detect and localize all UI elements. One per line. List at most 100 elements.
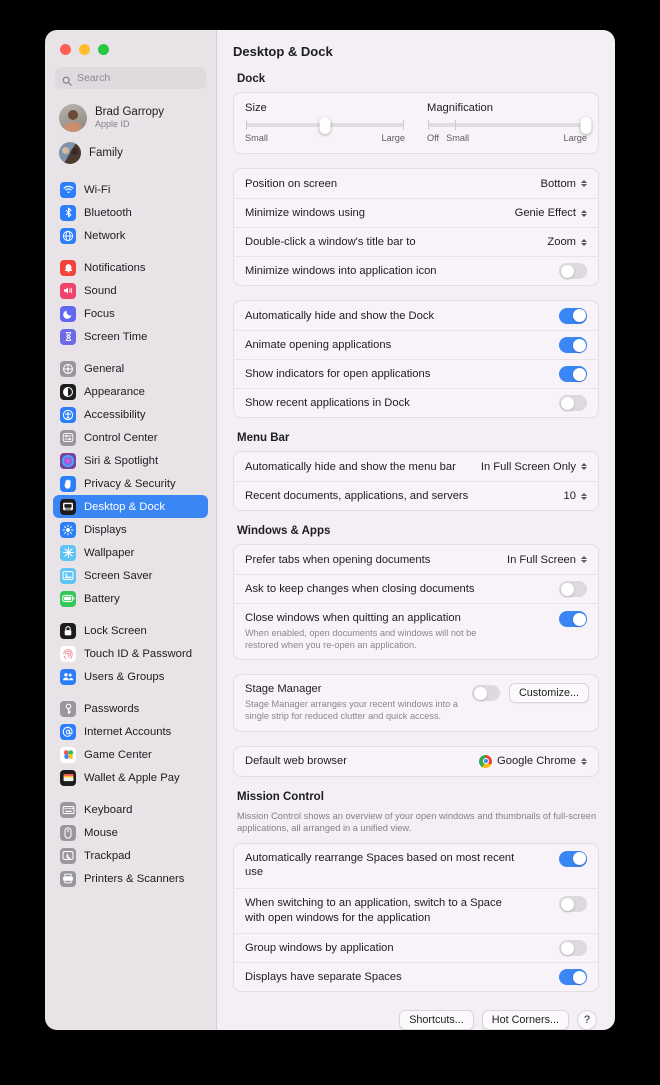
lock-icon — [60, 622, 76, 639]
sidebar-item-control-center[interactable]: Control Center — [53, 426, 208, 449]
shortcuts-button[interactable]: Shortcuts... — [399, 1010, 474, 1030]
dock-magnification-max-label: Large — [563, 133, 588, 143]
sidebar-item-internet-accounts[interactable]: Internet Accounts — [53, 720, 208, 743]
sidebar-item-appearance[interactable]: Appearance — [53, 380, 208, 403]
popup-recent-documents-applications-and-servers[interactable]: 10 — [564, 490, 587, 502]
sidebar-item-label: Touch ID & Password — [84, 647, 192, 660]
stage-manager-customize-button[interactable]: Customize... — [509, 683, 589, 704]
sidebar-item-trackpad[interactable]: Trackpad — [53, 844, 208, 867]
row-when-switching-to-an-application-switch-to-a-s[interactable]: When switching to an application, switch… — [234, 888, 598, 933]
sidebar-item-desktop-dock[interactable]: Desktop & Dock — [53, 495, 208, 518]
help-button[interactable]: ? — [577, 1010, 597, 1030]
popup-double-click-a-window-s-title-bar-to[interactable]: Zoom — [547, 236, 587, 248]
row-minimize-windows-using[interactable]: Minimize windows using Genie Effect — [234, 198, 598, 227]
sidebar-item-siri-spotlight[interactable]: Siri & Spotlight — [53, 449, 208, 472]
sidebar-item-passwords[interactable]: Passwords — [53, 697, 208, 720]
sidebar-item-wallpaper[interactable]: Wallpaper — [53, 541, 208, 564]
sidebar-item-displays[interactable]: Displays — [53, 518, 208, 541]
row-ask-to-keep-changes-when-closing-documents[interactable]: Ask to keep changes when closing documen… — [234, 574, 598, 603]
sidebar-item-label: Siri & Spotlight — [84, 454, 159, 467]
row-prefer-tabs-when-opening-documents[interactable]: Prefer tabs when opening documents In Ful… — [234, 545, 598, 574]
row-label: Minimize windows using — [245, 207, 365, 219]
hot-corners-button[interactable]: Hot Corners... — [481, 1010, 569, 1030]
dock-size-min-label: Small — [245, 133, 268, 143]
dock-magnification-thumb[interactable] — [580, 117, 592, 134]
sidebar-item-accessibility[interactable]: Accessibility — [53, 403, 208, 426]
stage-manager-toggle[interactable] — [472, 685, 500, 702]
row-animate-opening-applications[interactable]: Animate opening applications — [234, 330, 598, 359]
sidebar-item-family[interactable]: Family — [53, 137, 208, 169]
sidebar-item-privacy-security[interactable]: Privacy & Security — [53, 472, 208, 495]
sidebar-item-game-center[interactable]: Game Center — [53, 743, 208, 766]
sidebar-item-wi-fi[interactable]: Wi-Fi — [53, 178, 208, 201]
toggle-group-windows-by-application[interactable] — [559, 940, 587, 957]
sidebar-item-label: Lock Screen — [84, 624, 147, 637]
toggle-automatically-rearrange-spaces-based-on-most-r[interactable] — [559, 850, 587, 867]
row-double-click-a-window-s-title-bar-to[interactable]: Double-click a window's title bar to Zoom — [234, 227, 598, 256]
sidebar-item-mouse[interactable]: Mouse — [53, 821, 208, 844]
minimize-button[interactable] — [79, 44, 90, 55]
search-placeholder: Search — [77, 72, 111, 84]
sidebar-item-notifications[interactable]: Notifications — [53, 256, 208, 279]
chrome-icon — [479, 754, 493, 768]
sidebar-item-wallet-apple-pay[interactable]: Wallet & Apple Pay — [53, 766, 208, 789]
sidebar-item-label: Printers & Scanners — [84, 872, 185, 885]
row-automatically-hide-and-show-the-dock[interactable]: Automatically hide and show the Dock — [234, 301, 598, 330]
sidebar-item-keyboard[interactable]: Keyboard — [53, 798, 208, 821]
windows-apps-card: Prefer tabs when opening documents In Ful… — [233, 544, 599, 661]
chevron-updown-icon — [581, 180, 587, 187]
row-show-recent-applications-in-dock[interactable]: Show recent applications in Dock — [234, 388, 598, 417]
sidebar-item-users-groups[interactable]: Users & Groups — [53, 665, 208, 688]
dock-size-thumb[interactable] — [319, 117, 331, 134]
dock-magnification-slider[interactable]: Magnification Off Small Large — [427, 102, 592, 143]
zoom-button[interactable] — [98, 44, 109, 55]
row-show-indicators-for-open-applications[interactable]: Show indicators for open applications — [234, 359, 598, 388]
sidebar-item-bluetooth[interactable]: Bluetooth — [53, 201, 208, 224]
toggle-show-indicators-for-open-applications[interactable] — [559, 366, 587, 382]
row-close-windows-when-quitting-an-application[interactable]: Close windows when quitting an applicati… — [234, 603, 598, 659]
popup-automatically-hide-and-show-the-menu-bar[interactable]: In Full Screen Only — [481, 461, 587, 473]
toggle-displays-have-separate-spaces[interactable] — [559, 969, 587, 986]
dock-size-slider[interactable]: Size Small Large — [245, 102, 405, 143]
toggle-close-windows-when-quitting-an-application[interactable] — [559, 611, 587, 627]
row-recent-documents-applications-and-servers[interactable]: Recent documents, applications, and serv… — [234, 481, 598, 510]
sidebar-item-battery[interactable]: Battery — [53, 587, 208, 610]
mission-control-card: Automatically rearrange Spaces based on … — [233, 842, 599, 993]
sidebar-item-lock-screen[interactable]: Lock Screen — [53, 619, 208, 642]
toggle-ask-to-keep-changes-when-closing-documents[interactable] — [559, 581, 587, 597]
popup-position-on-screen[interactable]: Bottom — [541, 178, 587, 190]
section-title-menu-bar: Menu Bar — [237, 432, 290, 444]
popup-minimize-windows-using[interactable]: Genie Effect — [515, 207, 587, 219]
stage-manager-label: Stage Manager — [245, 683, 322, 696]
toggle-minimize-windows-into-application-icon[interactable] — [559, 263, 587, 279]
sidebar-item-touch-id-password[interactable]: Touch ID & Password — [53, 642, 208, 665]
sidebar-item-label: Wi-Fi — [84, 183, 111, 196]
displays-icon — [60, 521, 76, 538]
default-browser-value[interactable]: Google Chrome — [479, 754, 587, 768]
sidebar-item-screen-saver[interactable]: Screen Saver — [53, 564, 208, 587]
row-position-on-screen[interactable]: Position on screen Bottom — [234, 169, 598, 198]
sidebar-item-screen-time[interactable]: Screen Time — [53, 325, 208, 348]
dock-size-track[interactable] — [246, 117, 404, 134]
toggle-automatically-hide-and-show-the-dock[interactable] — [559, 307, 587, 324]
sidebar-item-printers-scanners[interactable]: Printers & Scanners — [53, 867, 208, 890]
sidebar-item-network[interactable]: Network — [53, 224, 208, 247]
search-input[interactable]: Search — [55, 67, 206, 89]
accessibility-icon — [60, 406, 76, 423]
row-minimize-windows-into-application-icon[interactable]: Minimize windows into application icon — [234, 256, 598, 285]
toggle-show-recent-applications-in-dock[interactable] — [559, 395, 587, 411]
row-automatically-rearrange-spaces-based-on-most-r[interactable]: Automatically rearrange Spaces based on … — [234, 844, 598, 888]
sidebar-item-focus[interactable]: Focus — [53, 302, 208, 325]
row-displays-have-separate-spaces[interactable]: Displays have separate Spaces — [234, 962, 598, 991]
toggle-animate-opening-applications[interactable] — [559, 337, 587, 353]
row-group-windows-by-application[interactable]: Group windows by application — [234, 933, 598, 962]
row-automatically-hide-and-show-the-menu-bar[interactable]: Automatically hide and show the menu bar… — [234, 452, 598, 481]
sidebar-item-sound[interactable]: Sound — [53, 279, 208, 302]
close-button[interactable] — [60, 44, 71, 55]
sidebar-item-general[interactable]: General — [53, 357, 208, 380]
toggle-when-switching-to-an-application-switch-to-a-s[interactable] — [559, 896, 587, 913]
dock-magnification-track[interactable] — [428, 117, 592, 134]
default-browser-row[interactable]: Default web browser Google Chrome — [234, 747, 598, 776]
popup-prefer-tabs-when-opening-documents[interactable]: In Full Screen — [507, 554, 587, 566]
sidebar-item-apple-id[interactable]: Brad Garropy Apple ID — [53, 99, 208, 137]
